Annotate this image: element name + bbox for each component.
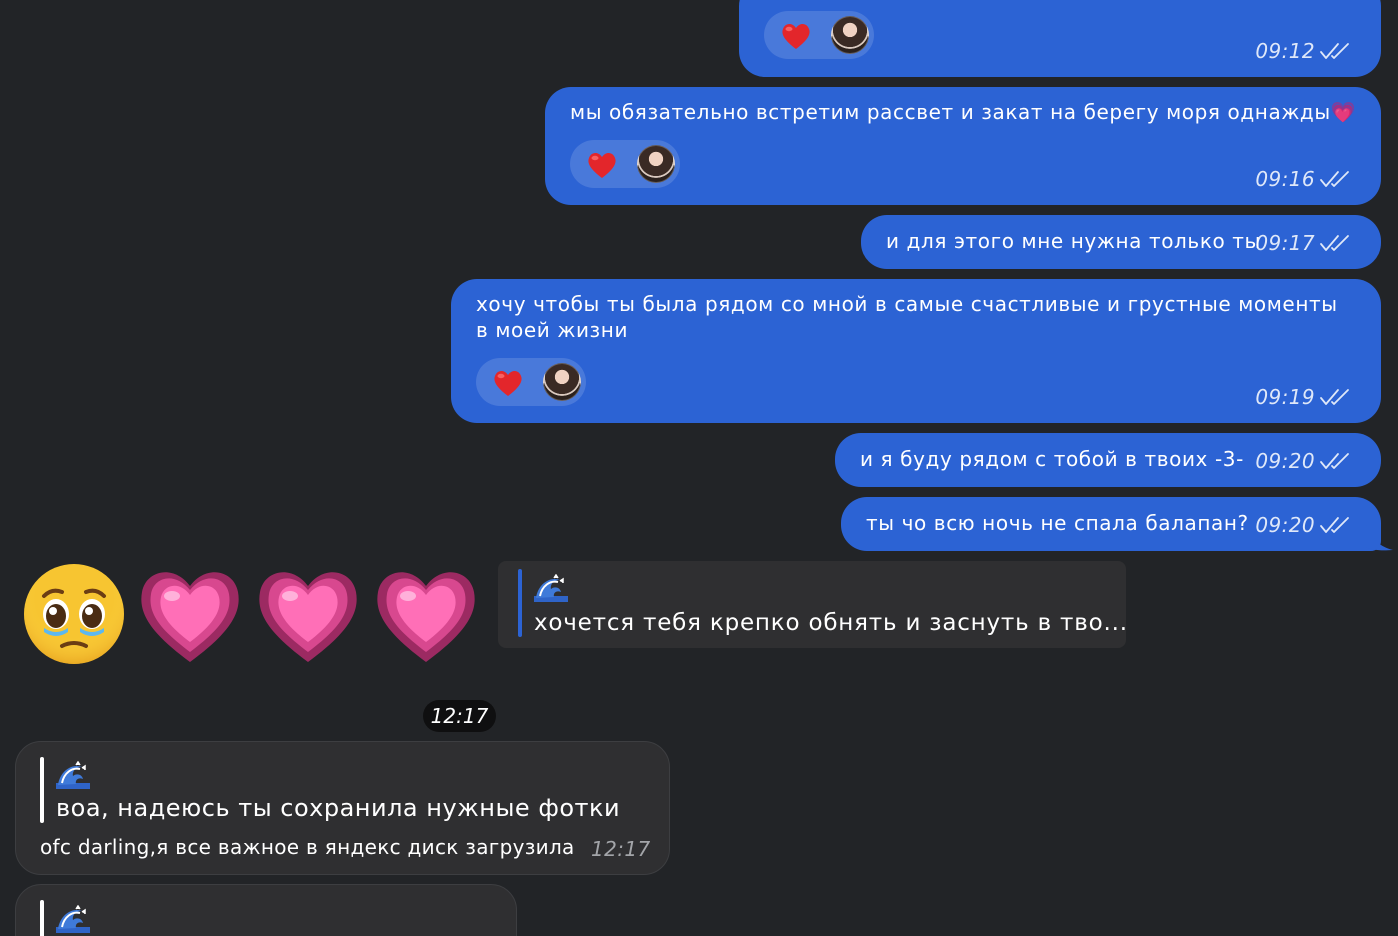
reactor-avatar (637, 145, 675, 183)
heart-reaction-icon (492, 368, 524, 398)
incoming-message[interactable] (15, 884, 517, 936)
message-meta: 09:19 (1255, 385, 1351, 409)
reaction-pill[interactable] (476, 358, 586, 406)
outgoing-message[interactable]: 09:12 (739, 0, 1381, 77)
message-text: ты чо всю ночь не спала балапан? (866, 511, 1249, 535)
message-time: 09:12 (1255, 39, 1315, 63)
outgoing-message[interactable]: и для этого мне нужна только ты 09:17 (861, 215, 1381, 269)
message-time: 09:16 (1255, 167, 1315, 191)
reply-accent-bar (518, 569, 522, 637)
wave-icon (56, 905, 90, 933)
wave-icon (56, 761, 90, 789)
reply-preview-text: хочется тебя крепко обнять и заснуть в т… (534, 610, 1128, 636)
wave-icon (534, 574, 568, 602)
quote-bar (40, 900, 44, 936)
read-checkmarks-icon (1319, 515, 1351, 535)
quoted-text: воа, надеюсь ты сохранила нужные фотки (56, 794, 621, 822)
growing-heart-icon (254, 562, 362, 668)
message-time: 09:19 (1255, 385, 1315, 409)
reaction-pill[interactable] (570, 140, 680, 188)
message-meta: 09:12 (1255, 39, 1351, 63)
message-text: и я буду рядом с тобой в твоих -3- (860, 447, 1244, 471)
date-separator: 12:17 (423, 700, 496, 732)
message-text: ofc darling,я все важное в яндекс диск з… (40, 835, 575, 859)
read-checkmarks-icon (1319, 233, 1351, 253)
incoming-message[interactable]: воа, надеюсь ты сохранила нужные фотки o… (15, 741, 670, 875)
message-time: 12:17 (591, 837, 651, 861)
message-time: 09:20 (1255, 449, 1315, 473)
read-checkmarks-icon (1319, 41, 1351, 61)
message-meta: 09:17 (1255, 231, 1351, 255)
heart-reaction-icon (586, 150, 618, 180)
growing-heart-icon (136, 562, 244, 668)
message-text: и для этого мне нужна только ты (886, 229, 1261, 253)
reactor-avatar (543, 363, 581, 401)
message-meta: 12:17 (591, 837, 651, 861)
message-meta: 09:16 (1255, 167, 1351, 191)
read-checkmarks-icon (1319, 451, 1351, 471)
emoji-message[interactable] (20, 560, 490, 670)
reply-preview[interactable]: хочется тебя крепко обнять и заснуть в т… (498, 561, 1128, 648)
read-checkmarks-icon (1319, 169, 1351, 189)
message-time: 09:20 (1255, 513, 1315, 537)
quote-bar (40, 757, 44, 823)
outgoing-message[interactable]: ты чо всю ночь не спала балапан? 09:20 (841, 497, 1381, 551)
reactor-avatar (831, 16, 869, 54)
message-meta: 09:20 (1255, 513, 1351, 537)
message-text: хочу чтобы ты была рядом со мной в самые… (476, 292, 1338, 342)
read-checkmarks-icon (1319, 387, 1351, 407)
reaction-pill[interactable] (764, 11, 874, 59)
outgoing-message[interactable]: мы обязательно встретим рассвет и закат … (545, 87, 1381, 205)
heart-reaction-icon (780, 21, 812, 51)
message-meta: 09:20 (1255, 449, 1351, 473)
bubble-tail (1366, 525, 1393, 551)
pleading-face-icon (22, 562, 126, 666)
message-time: 09:17 (1255, 231, 1315, 255)
outgoing-message[interactable]: и я буду рядом с тобой в твоих -3- 09:20 (835, 433, 1381, 487)
chat-view: 09:12 мы обязательно встретим рассвет и … (0, 0, 1398, 936)
message-text: мы обязательно встретим рассвет и закат … (570, 100, 1357, 124)
outgoing-message[interactable]: хочу чтобы ты была рядом со мной в самые… (451, 279, 1381, 423)
growing-heart-icon (372, 562, 480, 668)
